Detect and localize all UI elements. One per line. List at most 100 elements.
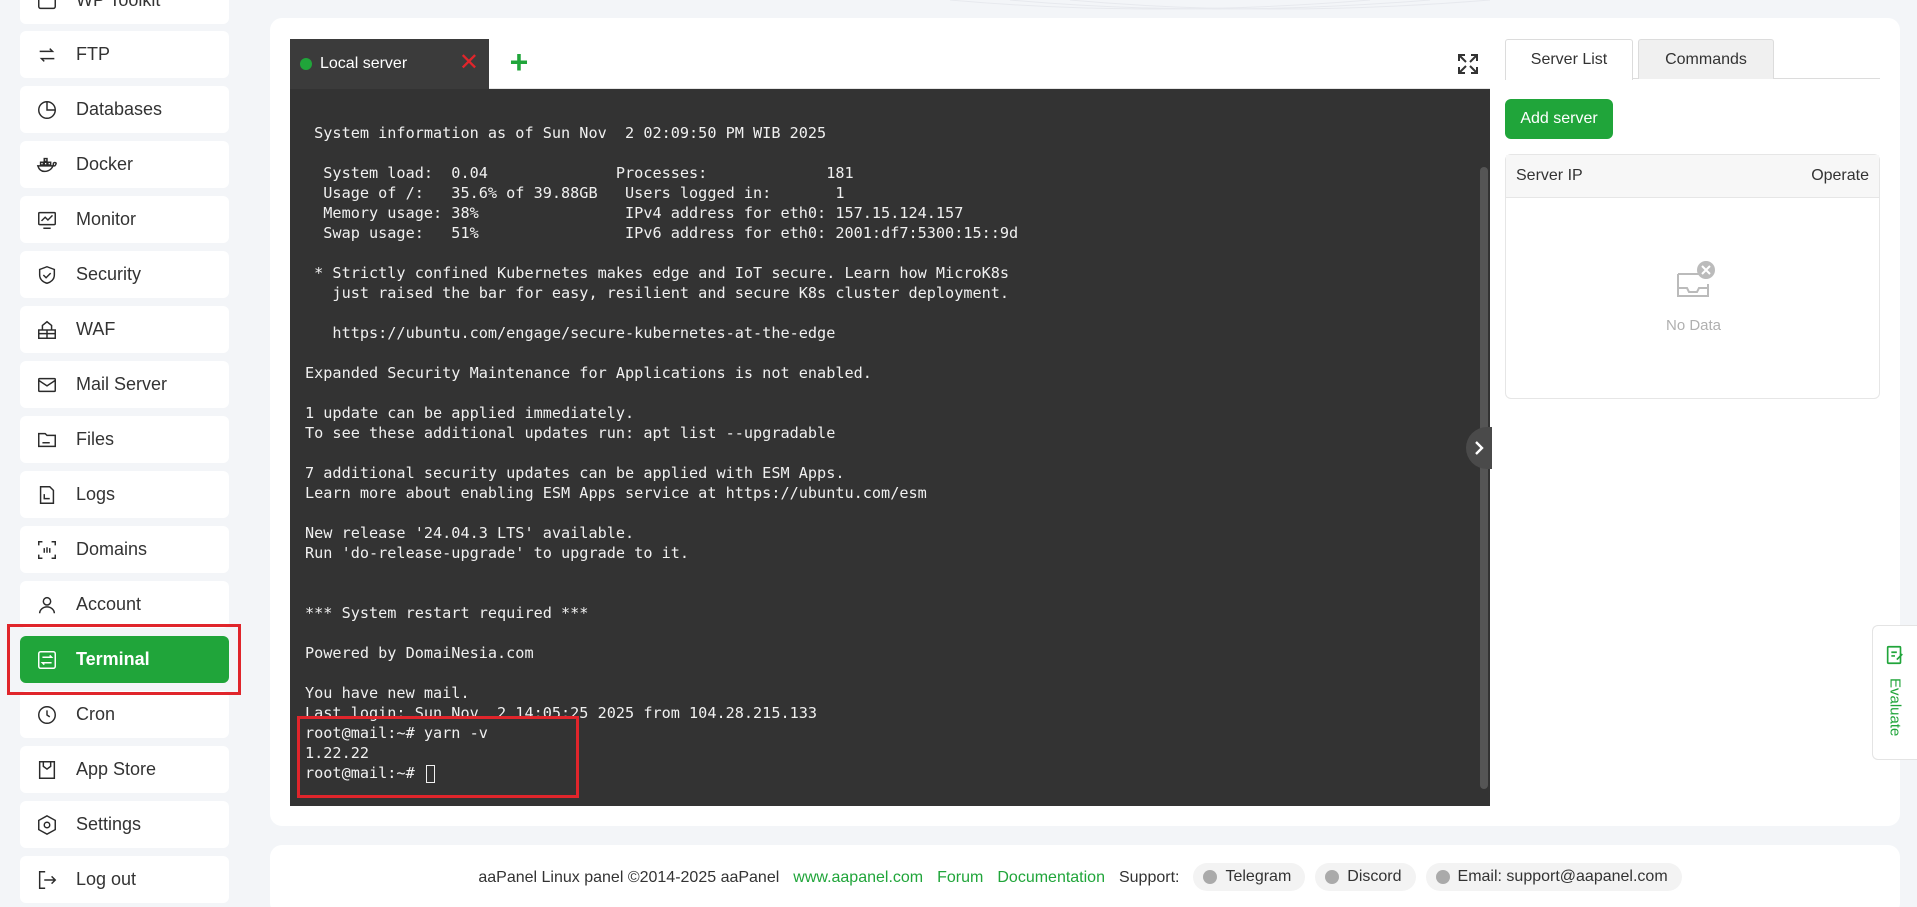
terminal-line: *** System restart required *** bbox=[305, 604, 589, 622]
terminal-line: Last login: Sun Nov 2 14:05:25 2025 from… bbox=[305, 704, 818, 722]
terminal-line: Swap usage: 51% IPv6 address for eth0: 2… bbox=[305, 224, 1019, 242]
domains-icon bbox=[35, 538, 59, 562]
terminal-line: You have new mail. bbox=[305, 684, 470, 702]
terminal-line: root@mail:~# bbox=[305, 763, 1475, 783]
sidebar-item-label: App Store bbox=[76, 759, 157, 779]
sidebar-item-label: Domains bbox=[76, 539, 148, 559]
sidebar-item-wp-toolkit[interactable]: WP Toolkit bbox=[20, 0, 229, 24]
sidebar-item-label: FTP bbox=[76, 44, 110, 64]
background-pattern bbox=[950, 0, 1491, 10]
sidebar-item-label: Monitor bbox=[76, 209, 137, 229]
sidebar-item-app-store[interactable]: App Store bbox=[20, 746, 229, 793]
close-icon[interactable]: ✕ bbox=[459, 51, 479, 75]
sidebar-item-label: Terminal bbox=[76, 649, 150, 669]
footer-link-documentation[interactable]: Documentation bbox=[997, 869, 1105, 887]
discord-button[interactable]: Discord bbox=[1315, 863, 1416, 891]
sidebar-item-logs[interactable]: Logs bbox=[20, 471, 229, 518]
sidebar-item-label: Logs bbox=[76, 484, 116, 504]
footer-link-forum[interactable]: Forum bbox=[937, 869, 983, 887]
sidebar-item-label: Log out bbox=[76, 869, 137, 889]
column-server-ip: Server IP bbox=[1516, 167, 1583, 184]
sidebar-item-waf[interactable]: WAF bbox=[20, 306, 229, 353]
sidebar-item-terminal[interactable]: Terminal bbox=[20, 636, 229, 683]
sidebar: WP Toolkit FTP Databases Docker Monitor … bbox=[0, 0, 250, 907]
logs-icon bbox=[35, 483, 59, 507]
terminal-line: just raised the bar for easy, resilient … bbox=[305, 284, 1010, 302]
evaluate-button[interactable]: Evaluate bbox=[1872, 625, 1917, 760]
terminal-line: System load: 0.04 Processes: 181 bbox=[305, 164, 854, 182]
sidebar-item-databases[interactable]: Databases bbox=[20, 86, 229, 133]
terminal-tab-bar: Local server ✕ + bbox=[290, 39, 1490, 89]
sidebar-item-label: Cron bbox=[76, 704, 116, 724]
sidebar-item-label: Docker bbox=[76, 154, 134, 174]
sidebar-item-label: Account bbox=[76, 594, 142, 614]
terminal-line: New release '24.04.3 LTS' available. bbox=[305, 524, 635, 542]
sidebar-item-label: Settings bbox=[76, 814, 142, 834]
footer: aaPanel Linux panel ©2014-2025 aaPanel w… bbox=[270, 845, 1900, 907]
email-button[interactable]: Email: support@aapanel.com bbox=[1425, 863, 1682, 891]
security-icon bbox=[35, 263, 59, 287]
sidebar-item-security[interactable]: Security bbox=[20, 251, 229, 298]
sidebar-item-label: WAF bbox=[76, 319, 116, 339]
terminal-line: https://ubuntu.com/engage/secure-kuberne… bbox=[305, 324, 836, 342]
server-table: Server IP Operate No Data bbox=[1505, 154, 1880, 399]
sidebar-item-label: Mail Server bbox=[76, 374, 168, 394]
add-tab-icon[interactable]: + bbox=[503, 46, 535, 79]
terminal-line: Usage of /: 35.6% of 39.88GB Users logge… bbox=[305, 184, 845, 202]
empty-state-text: No Data bbox=[1665, 317, 1722, 334]
tab-commands[interactable]: Commands bbox=[1638, 39, 1774, 79]
sidebar-item-mail-server[interactable]: Mail Server bbox=[20, 361, 229, 408]
sidebar-item-label: Databases bbox=[76, 99, 163, 119]
terminal-tab-local-server[interactable]: Local server ✕ bbox=[290, 39, 489, 89]
discord-icon bbox=[1325, 870, 1340, 884]
terminal-line: System information as of Sun Nov 2 02:09… bbox=[305, 124, 827, 142]
footer-link-website[interactable]: www.aapanel.com bbox=[793, 869, 923, 887]
terminal-line: 7 additional security updates can be app… bbox=[305, 464, 845, 482]
terminal-icon bbox=[35, 648, 59, 672]
add-server-button[interactable]: Add server bbox=[1505, 99, 1613, 139]
sidebar-item-label: WP Toolkit bbox=[76, 0, 161, 10]
terminal-output[interactable]: System information as of Sun Nov 2 02:09… bbox=[290, 89, 1490, 806]
connected-status-dot bbox=[300, 58, 312, 70]
sidebar-item-docker[interactable]: Docker bbox=[20, 141, 229, 188]
waf-icon bbox=[35, 318, 59, 342]
terminal-scrollbar[interactable] bbox=[1480, 167, 1488, 789]
right-panel-tabs: Server List Commands bbox=[1505, 39, 1880, 80]
cron-icon bbox=[35, 703, 59, 727]
terminal-line: Learn more about enabling ESM Apps servi… bbox=[305, 484, 927, 502]
empty-state: No Data bbox=[1506, 260, 1881, 334]
wp-toolkit-icon bbox=[35, 0, 59, 13]
sidebar-item-label: Files bbox=[76, 429, 115, 449]
sidebar-item-logout[interactable]: Log out bbox=[20, 856, 229, 903]
terminal-line: 1.22.22 bbox=[305, 744, 370, 762]
footer-support-label: Support: bbox=[1118, 869, 1180, 886]
telegram-icon bbox=[1203, 870, 1218, 884]
settings-icon bbox=[35, 813, 59, 837]
account-icon bbox=[35, 593, 59, 617]
sidebar-item-account[interactable]: Account bbox=[20, 581, 229, 628]
terminal-panel: Local server ✕ + System information as o… bbox=[290, 39, 1490, 806]
evaluate-label: Evaluate bbox=[1886, 678, 1904, 737]
fullscreen-icon[interactable] bbox=[1456, 52, 1480, 76]
footer-copyright: aaPanel Linux panel ©2014-2025 aaPanel bbox=[478, 869, 780, 886]
terminal-line: Powered by DomaiNesia.com bbox=[305, 644, 534, 662]
app-store-icon bbox=[35, 758, 59, 782]
sidebar-item-files[interactable]: Files bbox=[20, 416, 229, 463]
sidebar-item-monitor[interactable]: Monitor bbox=[20, 196, 229, 243]
logout-icon bbox=[35, 868, 59, 892]
sidebar-item-domains[interactable]: Domains bbox=[20, 526, 229, 573]
sidebar-item-settings[interactable]: Settings bbox=[20, 801, 229, 848]
terminal-line: Run 'do-release-upgrade' to upgrade to i… bbox=[305, 544, 690, 562]
telegram-label: Telegram bbox=[1225, 868, 1292, 885]
sidebar-item-cron[interactable]: Cron bbox=[20, 691, 229, 738]
tab-server-list[interactable]: Server List bbox=[1505, 39, 1633, 80]
telegram-button[interactable]: Telegram bbox=[1193, 863, 1306, 891]
sidebar-item-ftp[interactable]: FTP bbox=[20, 31, 229, 78]
